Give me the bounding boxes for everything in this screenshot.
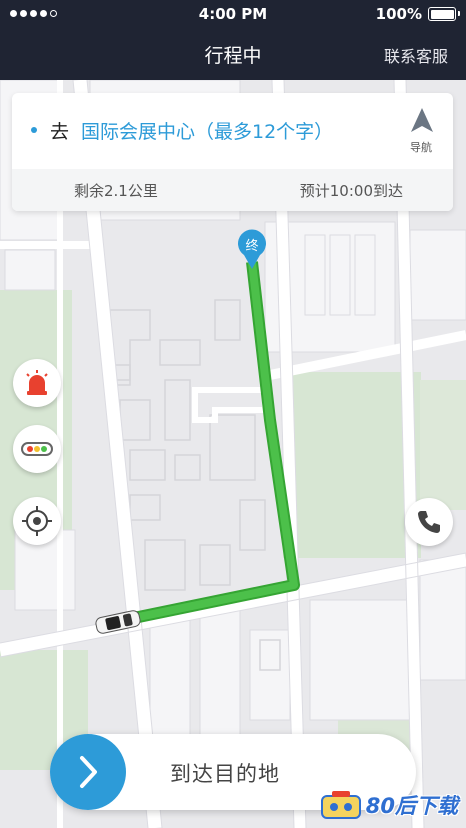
battery-percent: 100% bbox=[375, 5, 422, 23]
alarm-icon bbox=[26, 370, 48, 395]
destination-row[interactable]: 去 国际会展中心（最多12个字） 导航 bbox=[12, 93, 453, 169]
traffic-button[interactable] bbox=[13, 425, 61, 473]
watermark-logo-icon bbox=[320, 791, 361, 819]
contact-service-link[interactable]: 联系客服 bbox=[384, 43, 448, 67]
watermark: 80后下载 bbox=[320, 790, 458, 820]
locate-button[interactable] bbox=[13, 497, 61, 545]
destination-marker: 终 bbox=[235, 229, 269, 271]
destination-dot-icon bbox=[31, 127, 37, 133]
call-button[interactable] bbox=[405, 498, 453, 546]
destination-name: 国际会展中心（最多12个字） bbox=[81, 121, 334, 143]
route-info-card: 去 国际会展中心（最多12个字） 导航 剩余2.1公里 预计10:00到达 bbox=[12, 93, 453, 211]
destination-marker-label: 终 bbox=[245, 238, 258, 254]
status-bar: 4:00 PM 100% bbox=[0, 0, 466, 28]
chevron-right-icon bbox=[80, 756, 97, 788]
watermark-text: 80后下载 bbox=[365, 794, 458, 818]
battery-icon bbox=[428, 7, 460, 21]
nav-bar: 行程中 联系客服 bbox=[0, 28, 466, 80]
locate-icon bbox=[22, 506, 52, 536]
trip-stats: 剩余2.1公里 预计10:00到达 bbox=[12, 169, 453, 211]
alarm-button[interactable] bbox=[13, 359, 61, 407]
destination-prefix: 去 bbox=[50, 121, 70, 143]
traffic-light-icon bbox=[21, 442, 53, 456]
remaining-distance: 剩余2.1公里 bbox=[74, 182, 158, 200]
navigate-button[interactable]: 导航 bbox=[389, 103, 453, 161]
arrive-destination-label: 到达目的地 bbox=[170, 762, 280, 786]
navigate-label: 导航 bbox=[410, 141, 432, 154]
slider-knob[interactable] bbox=[50, 734, 126, 810]
phone-icon bbox=[418, 511, 440, 533]
estimated-arrival: 预计10:00到达 bbox=[299, 182, 403, 200]
navigation-arrow-icon bbox=[411, 108, 433, 132]
